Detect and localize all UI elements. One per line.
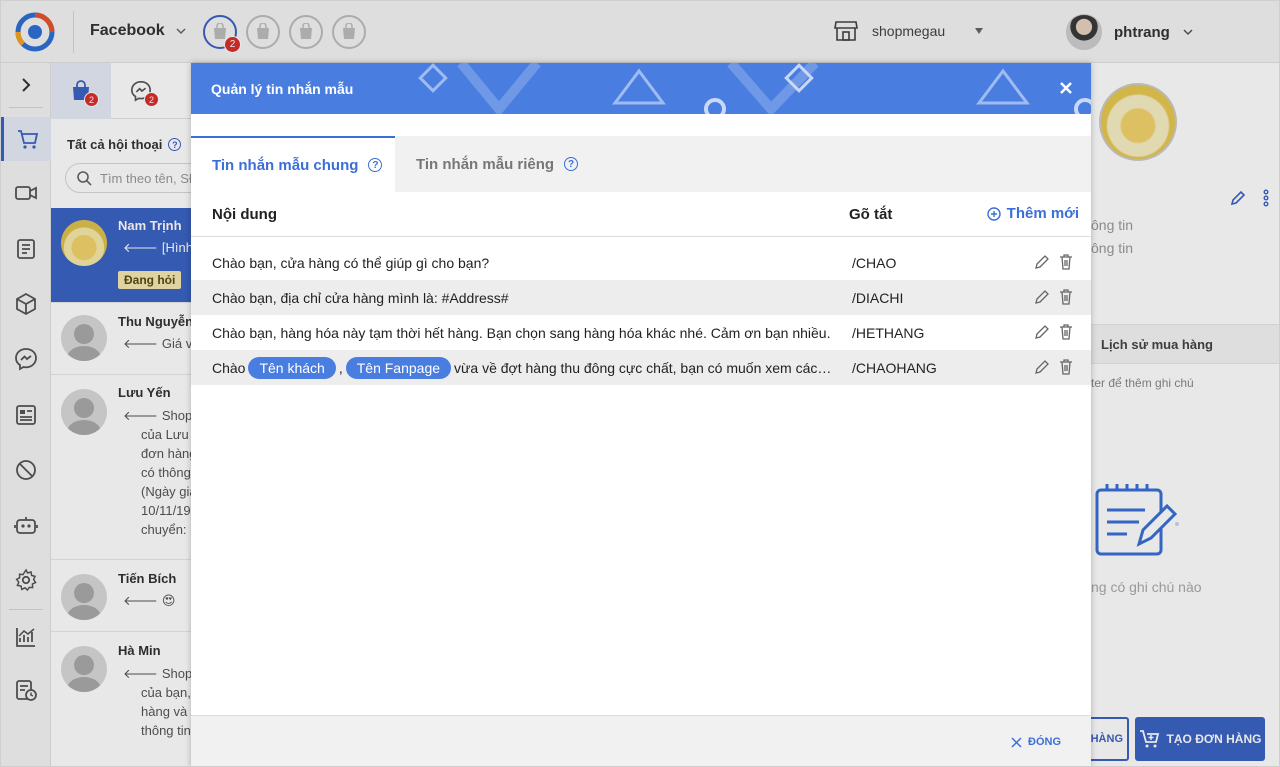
help-icon[interactable]: ?	[564, 157, 579, 171]
column-header-content: Nội dung	[212, 206, 277, 223]
template-shortcut: /HETHANG	[852, 324, 925, 341]
table-row[interactable]: Chào Tên khách, Tên Fanpage vừa về đợt h…	[191, 350, 1091, 385]
close-dialog-button[interactable]: ĐÓNG	[1011, 736, 1061, 748]
table-row[interactable]: Chào bạn, cửa hàng có thể giúp gì cho bạ…	[191, 245, 1091, 280]
dialog-footer: ĐÓNG	[191, 715, 1091, 766]
app-window: Facebook 2 shopmegau phtrang 2 2 Tất cả …	[0, 0, 1280, 767]
row-actions	[1035, 289, 1073, 305]
dialog-tabs: Tin nhắn mẫu chung ? Tin nhắn mẫu riêng …	[191, 136, 1091, 192]
tab-shared-templates[interactable]: Tin nhắn mẫu chung ?	[191, 136, 395, 192]
trash-icon[interactable]	[1059, 254, 1073, 270]
variable-tag-fanpage-name: Tên Fanpage	[345, 356, 452, 379]
trash-icon[interactable]	[1059, 289, 1073, 305]
template-content: Chào bạn, địa chỉ cửa hàng mình là: #Add…	[212, 289, 509, 306]
template-shortcut: /DIACHI	[852, 289, 904, 306]
pencil-icon[interactable]	[1035, 254, 1049, 270]
add-template-button[interactable]: Thêm mới	[986, 205, 1079, 222]
template-shortcut: /CHAO	[852, 254, 897, 271]
variable-tag-customer-name: Tên khách	[248, 356, 336, 379]
dialog-title: Quản lý tin nhắn mẫu	[211, 81, 354, 97]
table-row[interactable]: Chào bạn, địa chỉ cửa hàng mình là: #Add…	[191, 280, 1091, 315]
table-header: Nội dung Gõ tắt Thêm mới	[191, 192, 1091, 237]
close-icon	[1011, 736, 1022, 748]
help-icon[interactable]: ?	[368, 158, 383, 172]
trash-icon[interactable]	[1059, 359, 1073, 375]
pencil-icon[interactable]	[1035, 324, 1049, 340]
trash-icon[interactable]	[1059, 324, 1073, 340]
template-shortcut: /CHAOHANG	[852, 359, 937, 376]
close-icon[interactable]	[1059, 81, 1073, 95]
row-actions	[1035, 324, 1073, 340]
column-header-shortcut: Gõ tắt	[849, 206, 893, 223]
template-messages-dialog: Quản lý tin nhắn mẫu Tin nhắn mẫu chung …	[191, 63, 1091, 766]
pencil-icon[interactable]	[1035, 359, 1049, 375]
row-actions	[1035, 359, 1073, 375]
dialog-header: Quản lý tin nhắn mẫu	[191, 63, 1091, 114]
pencil-icon[interactable]	[1035, 289, 1049, 305]
template-content: Chào bạn, hàng hóa này tạm thời hết hàng…	[212, 324, 831, 341]
template-content: Chào Tên khách, Tên Fanpage vừa về đợt h…	[212, 350, 832, 385]
table-row[interactable]: Chào bạn, hàng hóa này tạm thời hết hàng…	[191, 315, 1091, 350]
template-content: Chào bạn, cửa hàng có thể giúp gì cho bạ…	[212, 254, 490, 271]
tab-private-templates[interactable]: Tin nhắn mẫu riêng ?	[416, 136, 579, 192]
row-actions	[1035, 254, 1073, 270]
plus-circle-icon	[986, 206, 1001, 221]
